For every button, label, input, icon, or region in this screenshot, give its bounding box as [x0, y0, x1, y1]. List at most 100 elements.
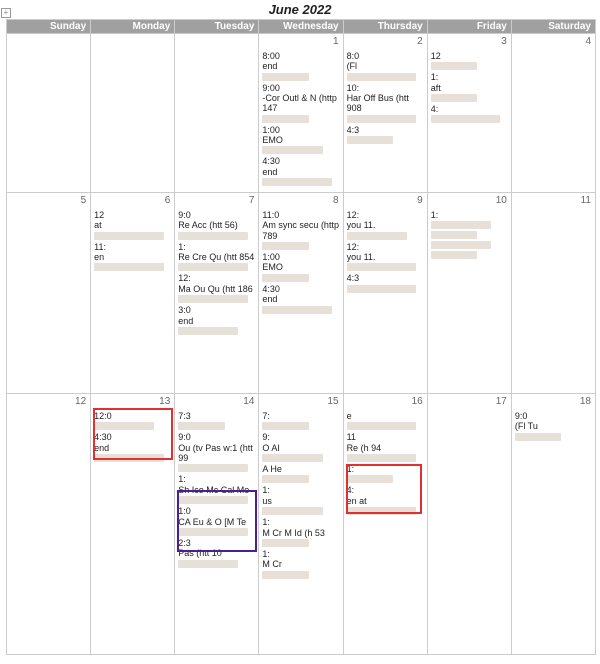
date-number: 17 [428, 394, 511, 407]
event-subtext: end [262, 294, 339, 304]
event-item[interactable]: 9:00-Cor Outl & N (http 147 [262, 83, 339, 123]
event-item[interactable]: 1:M Cr [262, 549, 339, 579]
event-item[interactable]: 1:0CA Eu & O [M Te [178, 506, 255, 536]
event-item[interactable]: 4:en at [347, 485, 424, 515]
day-cell[interactable]: 3121:aft4: [427, 34, 511, 193]
event-bar [178, 295, 247, 303]
events-container: 1: [428, 206, 511, 265]
event-item[interactable]: 8:00end [262, 51, 339, 81]
event-item[interactable]: 7: [262, 411, 339, 430]
event-subtext: Sh Ico Mc Cal Me [178, 485, 255, 495]
event-item[interactable]: 12:0 [94, 411, 171, 430]
day-cell[interactable]: 101: [427, 193, 511, 394]
day-cell[interactable]: 2 8:0(Fl10:Har Off Bus (htt 908 4:3 [343, 34, 427, 193]
event-item[interactable] [431, 241, 508, 249]
event-item[interactable]: 1: [347, 464, 424, 483]
day-cell[interactable]: 1 8:00end9:00-Cor Outl & N (http 1471:00E… [259, 34, 343, 193]
event-bar [262, 73, 308, 81]
event-item[interactable]: 12:Ma Ou Qu (htt 186 [178, 273, 255, 303]
day-cell[interactable]: 18 9:0(Fl Tu [511, 394, 595, 655]
day-cell[interactable]: 16e11Re (h 941:4:en at [343, 394, 427, 655]
event-item[interactable]: 1:M Cr M Id (h 53 [262, 517, 339, 547]
event-item[interactable]: 9:0(Fl Tu [515, 411, 592, 441]
dayhdr-thu: Thursday [343, 20, 427, 34]
event-item[interactable]: 3:0end [178, 305, 255, 335]
event-item[interactable]: 10:Har Off Bus (htt 908 [347, 83, 424, 123]
event-subtext: Re Acc (htt 56) [178, 220, 255, 230]
day-cell[interactable] [175, 34, 259, 193]
event-bar [178, 422, 224, 430]
day-cell[interactable] [91, 34, 175, 193]
event-item[interactable]: 8:0(Fl [347, 51, 424, 81]
event-bar [94, 232, 163, 240]
event-time: 1: [178, 474, 255, 484]
day-cell[interactable]: 612at11:en [91, 193, 175, 394]
event-time: 8:00 [262, 51, 339, 61]
event-time: 1: [262, 549, 339, 559]
event-bar [431, 62, 477, 70]
date-number: 11 [512, 193, 595, 206]
event-item[interactable]: 1:us [262, 485, 339, 515]
event-bar [178, 528, 247, 536]
event-bar [262, 146, 322, 154]
day-cell[interactable]: 17 [427, 394, 511, 655]
day-cell[interactable]: 5 [7, 193, 91, 394]
event-item[interactable]: 1:Sh Ico Mc Cal Me [178, 474, 255, 504]
date-number: 1 [259, 34, 342, 47]
event-item[interactable]: 11:en [94, 242, 171, 272]
event-item[interactable]: e [347, 411, 424, 430]
event-item[interactable]: 2:3Pas (htt 10 [178, 538, 255, 568]
day-cell[interactable]: 11 [511, 193, 595, 394]
event-item[interactable]: 4:30end [262, 156, 339, 186]
event-item[interactable]: 12:you 11. [347, 242, 424, 272]
event-time: 1:0 [178, 506, 255, 516]
day-cell[interactable]: 147:39:0Ou (tv Pas w:1 (htt 991:Sh Ico M… [175, 394, 259, 655]
day-cell[interactable]: 12 [7, 394, 91, 655]
dayhdr-sun: Sunday [7, 20, 91, 34]
event-item[interactable]: 4:30end [262, 284, 339, 314]
event-time: 7: [262, 411, 339, 421]
event-bar [347, 475, 393, 483]
event-item[interactable]: 12at [94, 210, 171, 240]
date-number: 2 [344, 34, 427, 47]
event-item[interactable]: 12 [431, 51, 508, 70]
day-cell[interactable] [7, 34, 91, 193]
day-cell[interactable]: 811:0Am sync secu (http 7891:00EMO4:30en… [259, 193, 343, 394]
event-item[interactable]: 4:3 [347, 125, 424, 144]
event-item[interactable]: 1:00EMO [262, 252, 339, 282]
event-item[interactable]: 1:00EMO [262, 125, 339, 155]
event-item[interactable]: 9:0Re Acc (htt 56) [178, 210, 255, 240]
event-bar [262, 571, 308, 579]
event-item[interactable]: 9:O AI [262, 432, 339, 462]
dayhdr-fri: Friday [427, 20, 511, 34]
event-time: 9:00 [262, 83, 339, 93]
expand-handle[interactable]: + [1, 8, 11, 18]
event-item[interactable]: 7:3 [178, 411, 255, 430]
day-cell[interactable]: 157:9:O AIA He1:us1:M Cr M Id (h 531:M C… [259, 394, 343, 655]
day-cell[interactable]: 912:you 11.12:you 11.4:3 [343, 193, 427, 394]
event-item[interactable]: 4:30end [94, 432, 171, 462]
event-item[interactable]: 1: [431, 210, 508, 229]
event-item[interactable]: 12:you 11. [347, 210, 424, 240]
event-item[interactable]: 4: [431, 104, 508, 123]
event-item[interactable]: 11:0Am sync secu (http 789 [262, 210, 339, 250]
event-item[interactable]: 1:Re Cre Qu (htt 854 [178, 242, 255, 272]
day-cell[interactable]: 4 [511, 34, 595, 193]
event-time: 3:0 [178, 305, 255, 315]
event-item[interactable]: A He [262, 464, 339, 483]
day-cell[interactable]: 1312:04:30end [91, 394, 175, 655]
event-item[interactable] [431, 231, 508, 239]
event-item[interactable]: 9:0Ou (tv Pas w:1 (htt 99 [178, 432, 255, 472]
event-item[interactable] [431, 251, 508, 259]
events-container [7, 206, 90, 212]
event-time: 12: [347, 242, 424, 252]
day-cell[interactable]: 79:0Re Acc (htt 56)1:Re Cre Qu (htt 8541… [175, 193, 259, 394]
event-subtext: you 11. [347, 220, 424, 230]
event-bar [262, 306, 331, 314]
event-item[interactable]: 4:3 [347, 273, 424, 292]
event-bar [347, 507, 416, 515]
event-subtext: en at [347, 496, 424, 506]
event-item[interactable]: 11Re (h 94 [347, 432, 424, 462]
event-item[interactable]: 1:aft [431, 72, 508, 102]
date-number: 18 [512, 394, 595, 407]
